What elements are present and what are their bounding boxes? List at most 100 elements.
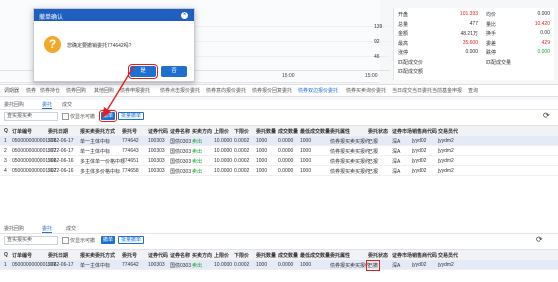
- order-type-select[interactable]: 查实报买卖: [4, 236, 58, 245]
- order-type-select[interactable]: 查实报买卖: [4, 112, 58, 121]
- column-header[interactable]: 委托数量: [256, 128, 276, 135]
- nav-tab[interactable]: 当前基金申报: [432, 87, 462, 94]
- column-header[interactable]: 委托日期: [48, 128, 68, 135]
- table-cell: 0.0002: [234, 158, 250, 164]
- nav-tab[interactable]: 查询: [468, 87, 478, 94]
- table-cell: jyydm2: [438, 148, 454, 154]
- column-header[interactable]: 订单编号: [12, 252, 32, 259]
- tab-orders[interactable]: 委托: [42, 101, 53, 109]
- chart-axis-value: 92: [374, 39, 380, 45]
- only-cancelable-checkbox[interactable]: [62, 113, 69, 120]
- quote-value: 10.420: [534, 20, 550, 27]
- table-cell: 0.0002: [234, 168, 250, 174]
- cancel-button[interactable]: 否: [161, 66, 187, 77]
- nav-tab[interactable]: 债券报价回复委托: [252, 87, 292, 94]
- column-header[interactable]: 成交数量: [278, 252, 298, 259]
- nav-tab[interactable]: 债券点击报价委托: [160, 87, 200, 94]
- table-cell: 1: [4, 138, 7, 144]
- column-header[interactable]: 销售商代码: [412, 252, 437, 259]
- table-cell: 0.0002: [234, 262, 250, 268]
- column-header[interactable]: 委托状态: [368, 128, 388, 135]
- quote-value: 35.600: [462, 39, 478, 46]
- time-tick: 15:00: [365, 73, 378, 79]
- column-header[interactable]: 上限价: [214, 252, 229, 259]
- column-header[interactable]: 下限价: [234, 252, 249, 259]
- table-cell: 卖出: [192, 149, 203, 155]
- nav-tab[interactable]: 当日成交: [392, 87, 412, 94]
- table-cell: 774651: [122, 158, 139, 164]
- quote-label: 均价: [486, 12, 497, 18]
- column-header[interactable]: 证券名称: [170, 252, 190, 259]
- column-header[interactable]: 证券市场: [392, 252, 412, 259]
- column-header[interactable]: 委托日期: [48, 252, 68, 259]
- table-cell: 10.0000: [214, 262, 233, 268]
- column-header[interactable]: 委托数量: [256, 252, 276, 259]
- column-header[interactable]: 最低成交数量: [300, 128, 330, 135]
- column-header[interactable]: 委托号: [122, 128, 137, 135]
- tab-trades[interactable]: 成交: [66, 225, 76, 232]
- table-cell: 国债0303: [170, 139, 192, 145]
- nav-tab[interactable]: 调期器: [4, 87, 19, 94]
- nav-tab[interactable]: 债券回购: [66, 87, 86, 94]
- tab-orders[interactable]: 委托: [42, 225, 53, 233]
- column-header[interactable]: 委托属性: [330, 128, 350, 135]
- column-header[interactable]: 委托号: [122, 252, 137, 259]
- nav-tab[interactable]: 债券双边报价委托: [298, 87, 338, 94]
- table-row[interactable]: 4 0500000000001597 2022-06-16 多主体多价格中标 77465…: [0, 166, 558, 176]
- column-header[interactable]: 证券代码: [148, 252, 168, 259]
- column-header[interactable]: 报买卖委托方式: [80, 252, 115, 259]
- column-header[interactable]: 下限价: [234, 128, 249, 135]
- nav-tab[interactable]: 债券买卖询价委托: [346, 87, 386, 94]
- tab-trades[interactable]: 成交: [62, 101, 72, 108]
- column-header[interactable]: 证券市场: [392, 128, 412, 135]
- quote-row: 涨停 0.000 跌停 0.000: [394, 48, 554, 57]
- column-header[interactable]: 买卖方向: [192, 252, 212, 259]
- table-cell: jyydm2: [438, 262, 454, 268]
- column-header[interactable]: Q: [4, 128, 8, 134]
- table-cell: 100303: [148, 138, 165, 144]
- table-cell: 债券报买卖买报约: [330, 169, 371, 175]
- table-cell: 4: [4, 168, 7, 174]
- table-cell: 1000: [300, 168, 312, 174]
- quote-value: 48.21万: [460, 31, 478, 37]
- sub-tabs: 委托回购 委托 成交: [0, 100, 558, 110]
- column-header[interactable]: Q: [4, 252, 8, 258]
- tab-repo-orders[interactable]: 委托回购: [4, 101, 24, 108]
- table-cell: 国债0303: [170, 149, 192, 155]
- table-row[interactable]: 1 0500000000001576 2022-06-17 单一主体中标 774642 1…: [0, 136, 558, 146]
- table-row[interactable]: 2 0500000000001577 2022-06-17 单一主体中标 774643 1…: [0, 146, 558, 156]
- refresh-icon[interactable]: ⟳: [543, 111, 550, 120]
- order-toolbar: 查实报买卖 仅显示可撤 撤单 批量撤单 ⟳: [0, 235, 558, 245]
- column-header[interactable]: 交易员代: [438, 128, 458, 135]
- table-row[interactable]: 3 0500000000001596 2022-06-16 多主体单一价格中标 7746…: [0, 156, 558, 166]
- column-header[interactable]: 证券代码: [148, 128, 168, 135]
- chart-axis-value: 139: [374, 24, 383, 30]
- quote-label: 涨停: [398, 50, 409, 56]
- table-row[interactable]: 1 0500000000001576 2022-06-17 单一主体中标 774642 1…: [0, 260, 558, 271]
- nav-tab[interactable]: 当日委托: [412, 87, 432, 94]
- nav-tab[interactable]: 债券持仓: [40, 87, 60, 94]
- column-header[interactable]: 委托状态: [368, 252, 388, 259]
- table-cell: 0.0000: [278, 158, 294, 164]
- column-header[interactable]: 销售商代码: [412, 128, 437, 135]
- refresh-icon[interactable]: ⟳: [536, 235, 543, 244]
- tab-repo-orders[interactable]: 委托回购: [4, 225, 24, 232]
- batch-cancel-button[interactable]: 批量撤单: [118, 236, 145, 244]
- nav-tab[interactable]: 债券: [26, 87, 36, 94]
- column-header[interactable]: 最低成交数量: [300, 252, 330, 259]
- cancel-order-button[interactable]: 撤单: [101, 236, 116, 244]
- column-header[interactable]: 证券名称: [170, 128, 190, 135]
- nav-tab[interactable]: 债券意向报价委托: [206, 87, 246, 94]
- column-header[interactable]: 报买卖委托方式: [80, 128, 115, 135]
- column-header[interactable]: 上限价: [214, 128, 229, 135]
- close-icon[interactable]: ×: [181, 12, 188, 19]
- column-header[interactable]: 买卖方向: [192, 128, 212, 135]
- column-header[interactable]: 委托属性: [330, 252, 350, 259]
- only-cancelable-checkbox[interactable]: [62, 237, 69, 244]
- column-header[interactable]: 交易员代: [438, 252, 458, 259]
- column-header[interactable]: 订单编号: [12, 128, 32, 135]
- table-cell: 0.0002: [234, 138, 250, 144]
- column-header[interactable]: 成交数量: [278, 128, 298, 135]
- table-cell: 2022-06-17: [48, 262, 74, 268]
- table-cell: 多主体单一价格中标: [80, 159, 126, 165]
